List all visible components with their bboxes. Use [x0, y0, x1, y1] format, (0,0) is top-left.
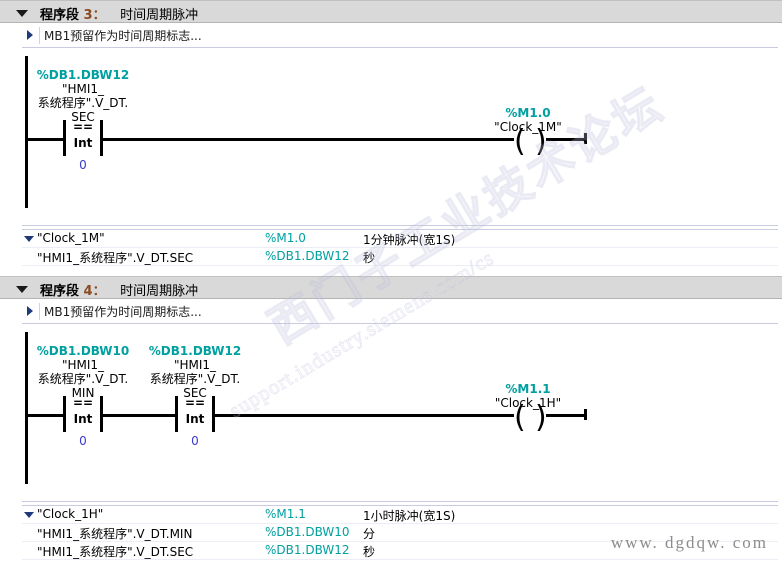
wire	[546, 138, 587, 141]
coil-address[interactable]: %M1.1	[468, 382, 588, 396]
expander-triangle-icon[interactable]	[24, 236, 34, 242]
coil-right-paren: )	[535, 124, 547, 159]
wire	[25, 138, 63, 141]
compare-datatype: Int	[185, 412, 205, 426]
compare-datatype: Int	[73, 412, 93, 426]
xref-address: %M1.0	[265, 231, 306, 245]
compare-operator: ==	[184, 396, 206, 410]
contact-address[interactable]: %DB1.DBW12	[23, 68, 143, 82]
network-title-3: 程序段 3： 时间周期脉冲	[40, 4, 198, 23]
xref-name: "Clock_1M"	[37, 231, 105, 245]
divider	[22, 225, 778, 226]
xref-address: %DB1.DBW10	[265, 525, 350, 539]
network-separator: ：	[92, 284, 106, 299]
compare-operand[interactable]: 0	[63, 435, 103, 448]
expander-triangle-icon[interactable]	[24, 512, 34, 518]
coil-right-paren: )	[535, 400, 547, 435]
wire	[103, 138, 514, 141]
xref-comment: 1小时脉冲(宽1S)	[363, 509, 456, 523]
network-separator: ：	[92, 8, 106, 23]
ladder-rung-3[interactable]: %DB1.DBW12 "HMI1_ 系统程序".V_DT. SEC == Int…	[0, 56, 782, 216]
xref-name: "HMI1_系统程序".V_DT.SEC	[37, 545, 194, 559]
compare-contact[interactable]: == Int 0	[175, 396, 215, 448]
compare-operand[interactable]: 0	[175, 435, 215, 448]
xref-name: "HMI1_系统程序".V_DT.SEC	[37, 251, 194, 265]
network-name: 时间周期脉冲	[120, 8, 199, 23]
network-number: 4	[83, 284, 93, 299]
compare-operator: ==	[72, 120, 94, 134]
expand-triangle-icon[interactable]	[27, 306, 33, 316]
compare-operand[interactable]: 0	[63, 159, 103, 172]
network-comment-4: MB1预留作为时间周期标志...	[39, 303, 202, 320]
footer-watermark: www. dgdqw. com	[610, 533, 768, 552]
contact-address[interactable]: %DB1.DBW10	[23, 344, 143, 358]
xref-comment: 秒	[363, 251, 376, 265]
xref-address: %M1.1	[265, 507, 306, 521]
coil-symbol: "Clock_1M"	[494, 120, 562, 134]
compare-datatype: Int	[73, 136, 93, 150]
coil-left-paren: (	[514, 400, 526, 435]
contact-symbol-line2: 系统程序".V_DT.	[37, 372, 129, 386]
xref-address: %DB1.DBW12	[265, 543, 350, 557]
network-label: 程序段	[40, 284, 80, 299]
network-comment-row-4[interactable]: MB1预留作为时间周期标志...	[0, 301, 782, 320]
coil-left-paren: (	[514, 124, 526, 159]
table-row[interactable]: "HMI1_系统程序".V_DT.SEC %DB1.DBW12 秒	[22, 248, 778, 266]
contact-symbol-line1: "HMI1_	[61, 82, 105, 96]
contact-symbol-line2: 系统程序".V_DT.	[37, 96, 129, 110]
contact-symbol-line1: "HMI1_	[61, 358, 105, 372]
coil-symbol: "Clock_1H"	[494, 396, 562, 410]
network-label: 程序段	[40, 8, 80, 23]
contact-address[interactable]: %DB1.DBW12	[135, 344, 255, 358]
contact-symbol-line2: 系统程序".V_DT.	[149, 372, 241, 386]
collapse-triangle-icon[interactable]	[16, 10, 28, 17]
compare-contact[interactable]: == Int 0	[63, 396, 103, 448]
xref-name: "HMI1_系统程序".V_DT.MIN	[37, 527, 193, 541]
wire	[25, 414, 63, 417]
divider	[22, 47, 778, 48]
xref-comment: 分	[363, 527, 376, 541]
xref-comment: 秒	[363, 545, 376, 559]
compare-contact[interactable]: == Int 0	[63, 120, 103, 172]
ladder-rung-4[interactable]: %DB1.DBW10 "HMI1_ 系统程序".V_DT. MIN == Int…	[0, 332, 782, 492]
rung-end-stub	[584, 133, 587, 144]
contact-symbol-line1: "HMI1_	[173, 358, 217, 372]
wire	[215, 414, 514, 417]
table-row[interactable]: "Clock_1M" %M1.0 1分钟脉冲(宽1S)	[22, 230, 778, 248]
network-title-4: 程序段 4： 时间周期脉冲	[40, 280, 198, 299]
xref-comment: 1分钟脉冲(宽1S)	[363, 233, 456, 247]
network-comment-3: MB1预留作为时间周期标志...	[39, 27, 202, 44]
table-row[interactable]: "Clock_1H" %M1.1 1小时脉冲(宽1S)	[22, 506, 778, 524]
coil-address[interactable]: %M1.0	[468, 106, 588, 120]
divider	[22, 323, 778, 324]
divider	[22, 501, 778, 502]
network-header-4[interactable]: 程序段 4： 时间周期脉冲	[0, 276, 782, 299]
network-number: 3	[83, 8, 93, 23]
compare-operator: ==	[72, 396, 94, 410]
cross-reference-table-3[interactable]: "Clock_1M" %M1.0 1分钟脉冲(宽1S) "HMI1_系统程序".…	[22, 229, 778, 266]
network-comment-row-3[interactable]: MB1预留作为时间周期标志...	[0, 25, 782, 44]
wire	[103, 414, 175, 417]
wire	[546, 414, 587, 417]
network-header-3[interactable]: 程序段 3： 时间周期脉冲	[0, 0, 782, 23]
rung-end-stub	[584, 409, 587, 420]
xref-name: "Clock_1H"	[37, 507, 104, 521]
expand-triangle-icon[interactable]	[27, 30, 33, 40]
network-name: 时间周期脉冲	[120, 284, 199, 299]
collapse-triangle-icon[interactable]	[16, 286, 28, 293]
xref-address: %DB1.DBW12	[265, 249, 350, 263]
